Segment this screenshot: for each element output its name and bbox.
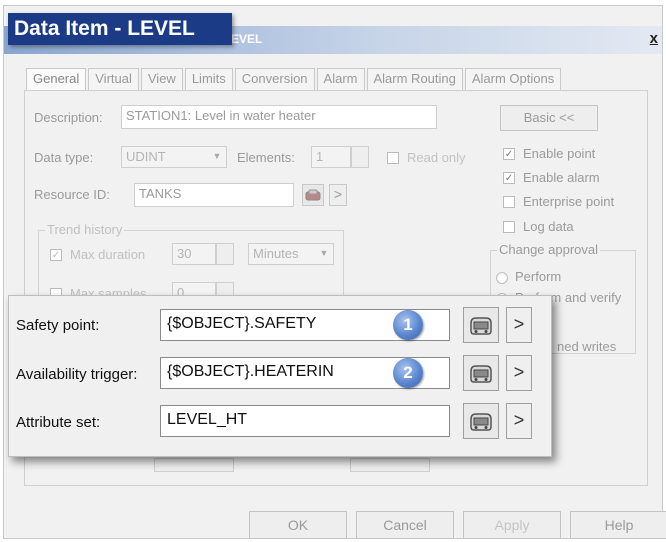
signed-writes-label: ned writes [557, 339, 617, 354]
log-data-checkbox[interactable] [503, 221, 515, 233]
resource-id-input[interactable]: TANKS [134, 183, 294, 207]
duration-unit-value: Minutes [253, 246, 299, 261]
browse-tags-icon[interactable] [463, 307, 499, 343]
read-only-checkbox[interactable] [387, 152, 399, 164]
elements-label: Elements: [237, 150, 295, 165]
data-type-value: UDINT [126, 149, 166, 164]
callout-title: Data Item - LEVEL [8, 13, 232, 45]
zoomed-fields-panel: Safety point: {$OBJECT}.SAFETY > Availab… [8, 295, 552, 457]
tab-view[interactable]: View [140, 68, 183, 91]
availability-trigger-arrow-button[interactable]: > [506, 355, 532, 391]
tab-limits[interactable]: Limits [184, 68, 233, 91]
tab-alarm-options[interactable]: Alarm Options [464, 68, 562, 91]
data-type-select[interactable]: UDINT ▼ [121, 146, 227, 168]
enable-alarm-checkbox[interactable]: ✓ [503, 172, 515, 184]
safety-point-label: Safety point: [16, 317, 100, 334]
hidden-row-field-2[interactable] [350, 458, 430, 472]
perform-label: Perform [515, 269, 562, 284]
max-duration-input[interactable]: 30 [172, 243, 216, 265]
duration-unit-select[interactable]: Minutes ▼ [248, 243, 334, 265]
attribute-set-arrow-button[interactable]: > [506, 403, 532, 439]
change-approval-title: Change approval [497, 242, 601, 257]
tab-general[interactable]: General [26, 68, 87, 91]
max-duration-label: Max duration [70, 247, 146, 262]
enable-point-checkbox[interactable]: ✓ [503, 148, 515, 160]
tab-alarm-routing[interactable]: Alarm Routing [366, 68, 463, 91]
ok-button[interactable]: OK [249, 511, 347, 539]
tab-virtual[interactable]: Virtual [88, 68, 139, 91]
elements-spinner[interactable] [351, 146, 369, 168]
read-only-label: Read only [407, 150, 466, 165]
perform-radio[interactable] [496, 272, 508, 284]
apply-button[interactable]: Apply [463, 511, 561, 539]
enterprise-point-label: Enterprise point [523, 194, 615, 209]
basic-toggle-button[interactable]: Basic << [500, 105, 598, 131]
chevron-down-icon: ▼ [319, 248, 329, 258]
hidden-row-field-1[interactable] [154, 458, 234, 472]
safety-point-arrow-button[interactable]: > [506, 307, 532, 343]
cancel-button[interactable]: Cancel [356, 511, 454, 539]
data-type-label: Data type: [34, 150, 94, 165]
attribute-set-label: Attribute set: [16, 414, 101, 431]
browse-tags-icon[interactable] [463, 403, 499, 439]
callout-badge-1: 1 [393, 310, 423, 340]
description-label: Description: [34, 110, 103, 125]
tab-conversion[interactable]: Conversion [234, 68, 315, 91]
browse-tags-icon[interactable] [463, 355, 499, 391]
browse-icon[interactable] [302, 184, 324, 206]
chevron-down-icon: ▼ [212, 151, 222, 161]
max-duration-checkbox[interactable]: ✓ [50, 249, 62, 261]
elements-input[interactable]: 1 [311, 146, 351, 168]
log-data-label: Log data [523, 219, 574, 234]
trend-history-title: Trend history [45, 222, 125, 237]
tab-strip: General Virtual View Limits Conversion A… [26, 68, 563, 91]
enable-alarm-label: Enable alarm [523, 170, 600, 185]
enterprise-point-checkbox[interactable] [503, 196, 515, 208]
tab-alarm[interactable]: Alarm [316, 68, 365, 91]
availability-trigger-label: Availability trigger: [16, 366, 138, 383]
help-button[interactable]: Help [570, 511, 666, 539]
max-duration-spinner[interactable] [216, 243, 234, 265]
data-item-dialog: EVEL x General Virtual View Limits Conve… [3, 5, 666, 539]
enable-point-label: Enable point [523, 146, 596, 161]
description-input[interactable]: STATION1: Level in water heater [121, 105, 437, 129]
attribute-set-input[interactable]: LEVEL_HT [160, 405, 450, 437]
window-title: EVEL [231, 32, 263, 46]
callout-badge-2: 2 [393, 358, 423, 388]
close-button[interactable]: x [650, 30, 658, 47]
resource-id-label: Resource ID: [34, 187, 110, 202]
resource-arrow-button[interactable]: > [329, 184, 347, 206]
